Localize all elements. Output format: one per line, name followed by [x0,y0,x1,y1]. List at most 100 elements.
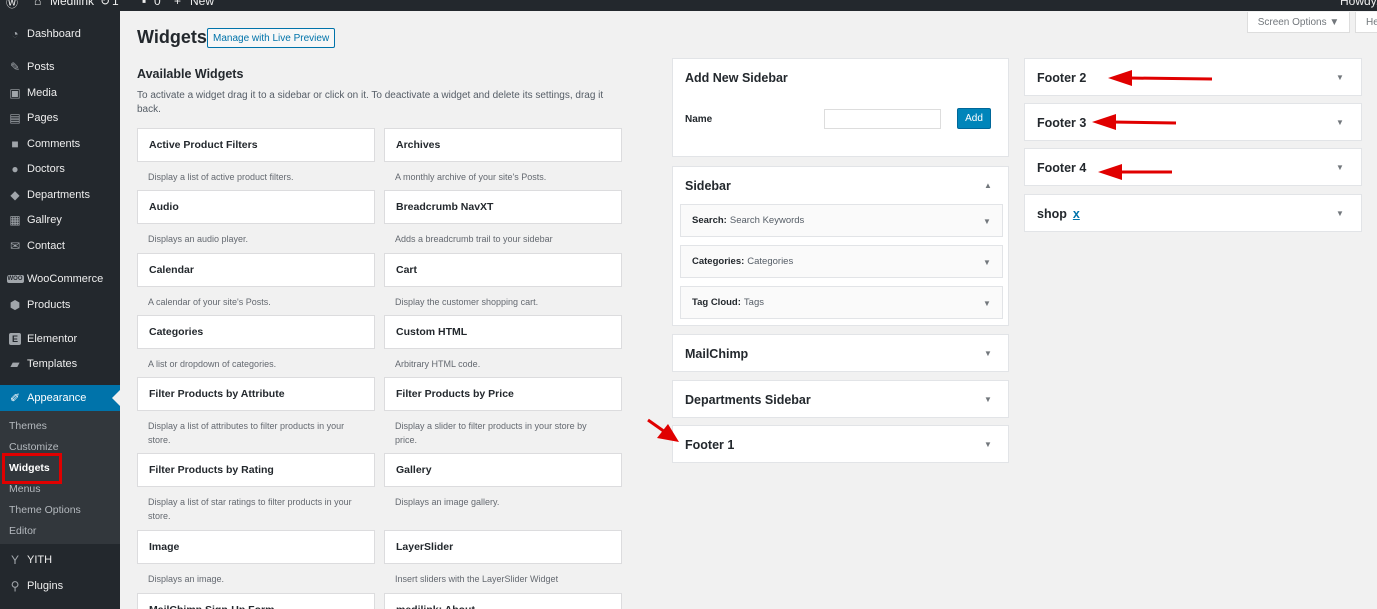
submenu-editor[interactable]: Editor [9,525,36,537]
expand-arrow-icon[interactable]: ▼ [983,258,991,267]
widget-title[interactable]: medilink: About [384,593,622,609]
menu-appearance[interactable]: ✐ Appearance [0,385,120,411]
widget-title[interactable]: Audio [137,190,375,224]
widget-cart[interactable]: Cart Display the customer shopping cart. [384,253,622,309]
menu-elementor[interactable]: E Elementor [0,328,120,350]
sidebar-area-footer-3[interactable]: Footer 3 ▼ [1024,103,1362,141]
widget-calendar[interactable]: Calendar A calendar of your site's Posts. [137,253,375,309]
menu-pages[interactable]: ▤ Pages [0,107,120,129]
menu-woocommerce[interactable]: WOO WooCommerce [0,268,120,290]
sidebar-widget-categories[interactable]: Categories: Categories ▼ [680,245,1003,278]
widget-title[interactable]: Filter Products by Price [384,377,622,411]
widget-title[interactable]: Filter Products by Rating [137,453,375,487]
sidebar-widget-search[interactable]: Search: Search Keywords ▼ [680,204,1003,237]
widget-title[interactable]: Image [137,530,375,564]
comments-icon[interactable]: ▪ [142,0,146,8]
add-sidebar-button[interactable]: Add [957,108,991,129]
sidebar-title[interactable]: Footer 3 [1037,116,1086,130]
delete-sidebar-link[interactable]: x [1073,207,1080,221]
menu-gallrey[interactable]: ▦ Gallrey [0,209,120,231]
widget-archives[interactable]: Archives A monthly archive of your site's… [384,128,622,184]
menu-posts[interactable]: ✎ Posts [0,56,120,78]
widget-filter-by-price[interactable]: Filter Products by Price Display a slider… [384,377,622,447]
widget-title[interactable]: LayerSlider [384,530,622,564]
menu-doctors[interactable]: ● Doctors [0,158,120,180]
menu-contact[interactable]: ✉ Contact [0,235,120,257]
sidebar-area-departments[interactable]: Departments Sidebar ▼ [672,380,1009,418]
sidebar-area-sidebar[interactable]: Sidebar ▲ Search: Search Keywords ▼ Categ… [672,166,1009,326]
widget-active-product-filters[interactable]: Active Product Filters Display a list of … [137,128,375,184]
sidebar-name-input[interactable] [824,109,941,129]
help-tab-button[interactable]: He [1355,12,1377,33]
expand-arrow-icon[interactable]: ▼ [1336,209,1344,218]
sidebar-title[interactable]: Footer 2 [1037,71,1086,85]
sidebar-area-footer-4[interactable]: Footer 4 ▼ [1024,148,1362,186]
menu-products[interactable]: ⬢ Products [0,294,120,316]
expand-arrow-icon[interactable]: ▼ [1336,163,1344,172]
sidebar-area-mailchimp[interactable]: MailChimp ▼ [672,334,1009,372]
plus-icon[interactable]: + [174,0,181,8]
expand-arrow-icon[interactable]: ▼ [983,299,991,308]
widget-title[interactable]: Breadcrumb NavXT [384,190,622,224]
sidebar-area-footer-1[interactable]: Footer 1 ▼ [672,425,1009,463]
sidebar-area-footer-2[interactable]: Footer 2 ▼ [1024,58,1362,96]
widget-title[interactable]: Filter Products by Attribute [137,377,375,411]
submenu-customize[interactable]: Customize [9,441,59,453]
widget-title[interactable]: Calendar [137,253,375,287]
widget-title[interactable]: MailChimp Sign-Up Form [137,593,375,609]
menu-plugins[interactable]: ⚲ Plugins [0,575,120,597]
sidebar-title[interactable]: Footer 4 [1037,161,1086,175]
widget-audio[interactable]: Audio Displays an audio player. [137,190,375,246]
expand-arrow-icon[interactable]: ▼ [984,395,992,404]
widget-layerslider[interactable]: LayerSlider Insert sliders with the Layer… [384,530,622,586]
expand-arrow-icon[interactable]: ▼ [984,440,992,449]
expand-arrow-icon[interactable]: ▼ [984,349,992,358]
widget-title[interactable]: Categories [137,315,375,349]
widget-title[interactable]: Active Product Filters [137,128,375,162]
sidebar-title[interactable]: shop x [1037,207,1080,221]
collapse-arrow-icon[interactable]: ▲ [984,181,992,190]
sidebar-widget-tag-cloud[interactable]: Tag Cloud: Tags ▼ [680,286,1003,319]
menu-yith[interactable]: Y YITH [0,549,120,571]
menu-comments[interactable]: ■ Comments [0,133,120,155]
widget-title[interactable]: Gallery [384,453,622,487]
expand-arrow-icon[interactable]: ▼ [1336,73,1344,82]
widget-title[interactable]: Custom HTML [384,315,622,349]
submenu-menus[interactable]: Menus [9,483,41,495]
sidebar-title[interactable]: MailChimp [685,347,748,361]
widget-title[interactable]: Cart [384,253,622,287]
updates-count[interactable]: 1 [112,0,119,8]
menu-departments[interactable]: ◆ Departments [0,184,120,206]
menu-templates[interactable]: ▰ Templates [0,353,120,375]
widget-mailchimp-signup[interactable]: MailChimp Sign-Up Form [137,593,375,609]
submenu-theme-options[interactable]: Theme Options [9,504,81,516]
sidebar-title[interactable]: Footer 1 [685,438,734,452]
widget-categories[interactable]: Categories A list or dropdown of categori… [137,315,375,371]
widget-title[interactable]: Archives [384,128,622,162]
expand-arrow-icon[interactable]: ▼ [1336,118,1344,127]
mail-icon: ✉ [9,239,21,253]
howdy-link[interactable]: Howdy, [1340,0,1377,8]
widget-filter-by-rating[interactable]: Filter Products by Rating Display a list … [137,453,375,523]
expand-arrow-icon[interactable]: ▼ [983,217,991,226]
site-name[interactable]: Medilink [50,0,94,8]
home-icon[interactable]: ⌂ [34,0,41,8]
screen-options-button[interactable]: Screen Options ▼ [1247,12,1350,33]
updates-icon[interactable]: ↻ [100,0,110,8]
menu-media[interactable]: ▣ Media [0,82,120,104]
submenu-themes[interactable]: Themes [9,420,47,432]
comments-count[interactable]: 0 [154,0,161,8]
manage-live-preview-button[interactable]: Manage with Live Preview [207,28,336,48]
sidebar-title[interactable]: Departments Sidebar [685,393,811,407]
sidebar-title[interactable]: Sidebar [685,179,731,193]
sidebar-area-shop[interactable]: shop x ▼ [1024,194,1362,232]
widget-image[interactable]: Image Displays an image. [137,530,375,586]
widget-breadcrumb-navxt[interactable]: Breadcrumb NavXT Adds a breadcrumb trail … [384,190,622,246]
widget-medilink-about[interactable]: medilink: About [384,593,622,609]
widget-filter-by-attribute[interactable]: Filter Products by Attribute Display a li… [137,377,375,447]
widget-custom-html[interactable]: Custom HTML Arbitrary HTML code. [384,315,622,371]
wordpress-logo-icon[interactable]: Ⓦ [6,0,18,11]
widget-gallery[interactable]: Gallery Displays an image gallery. [384,453,622,509]
new-link[interactable]: New [190,0,214,8]
menu-dashboard[interactable]: ◔ Dashboard [0,23,120,45]
